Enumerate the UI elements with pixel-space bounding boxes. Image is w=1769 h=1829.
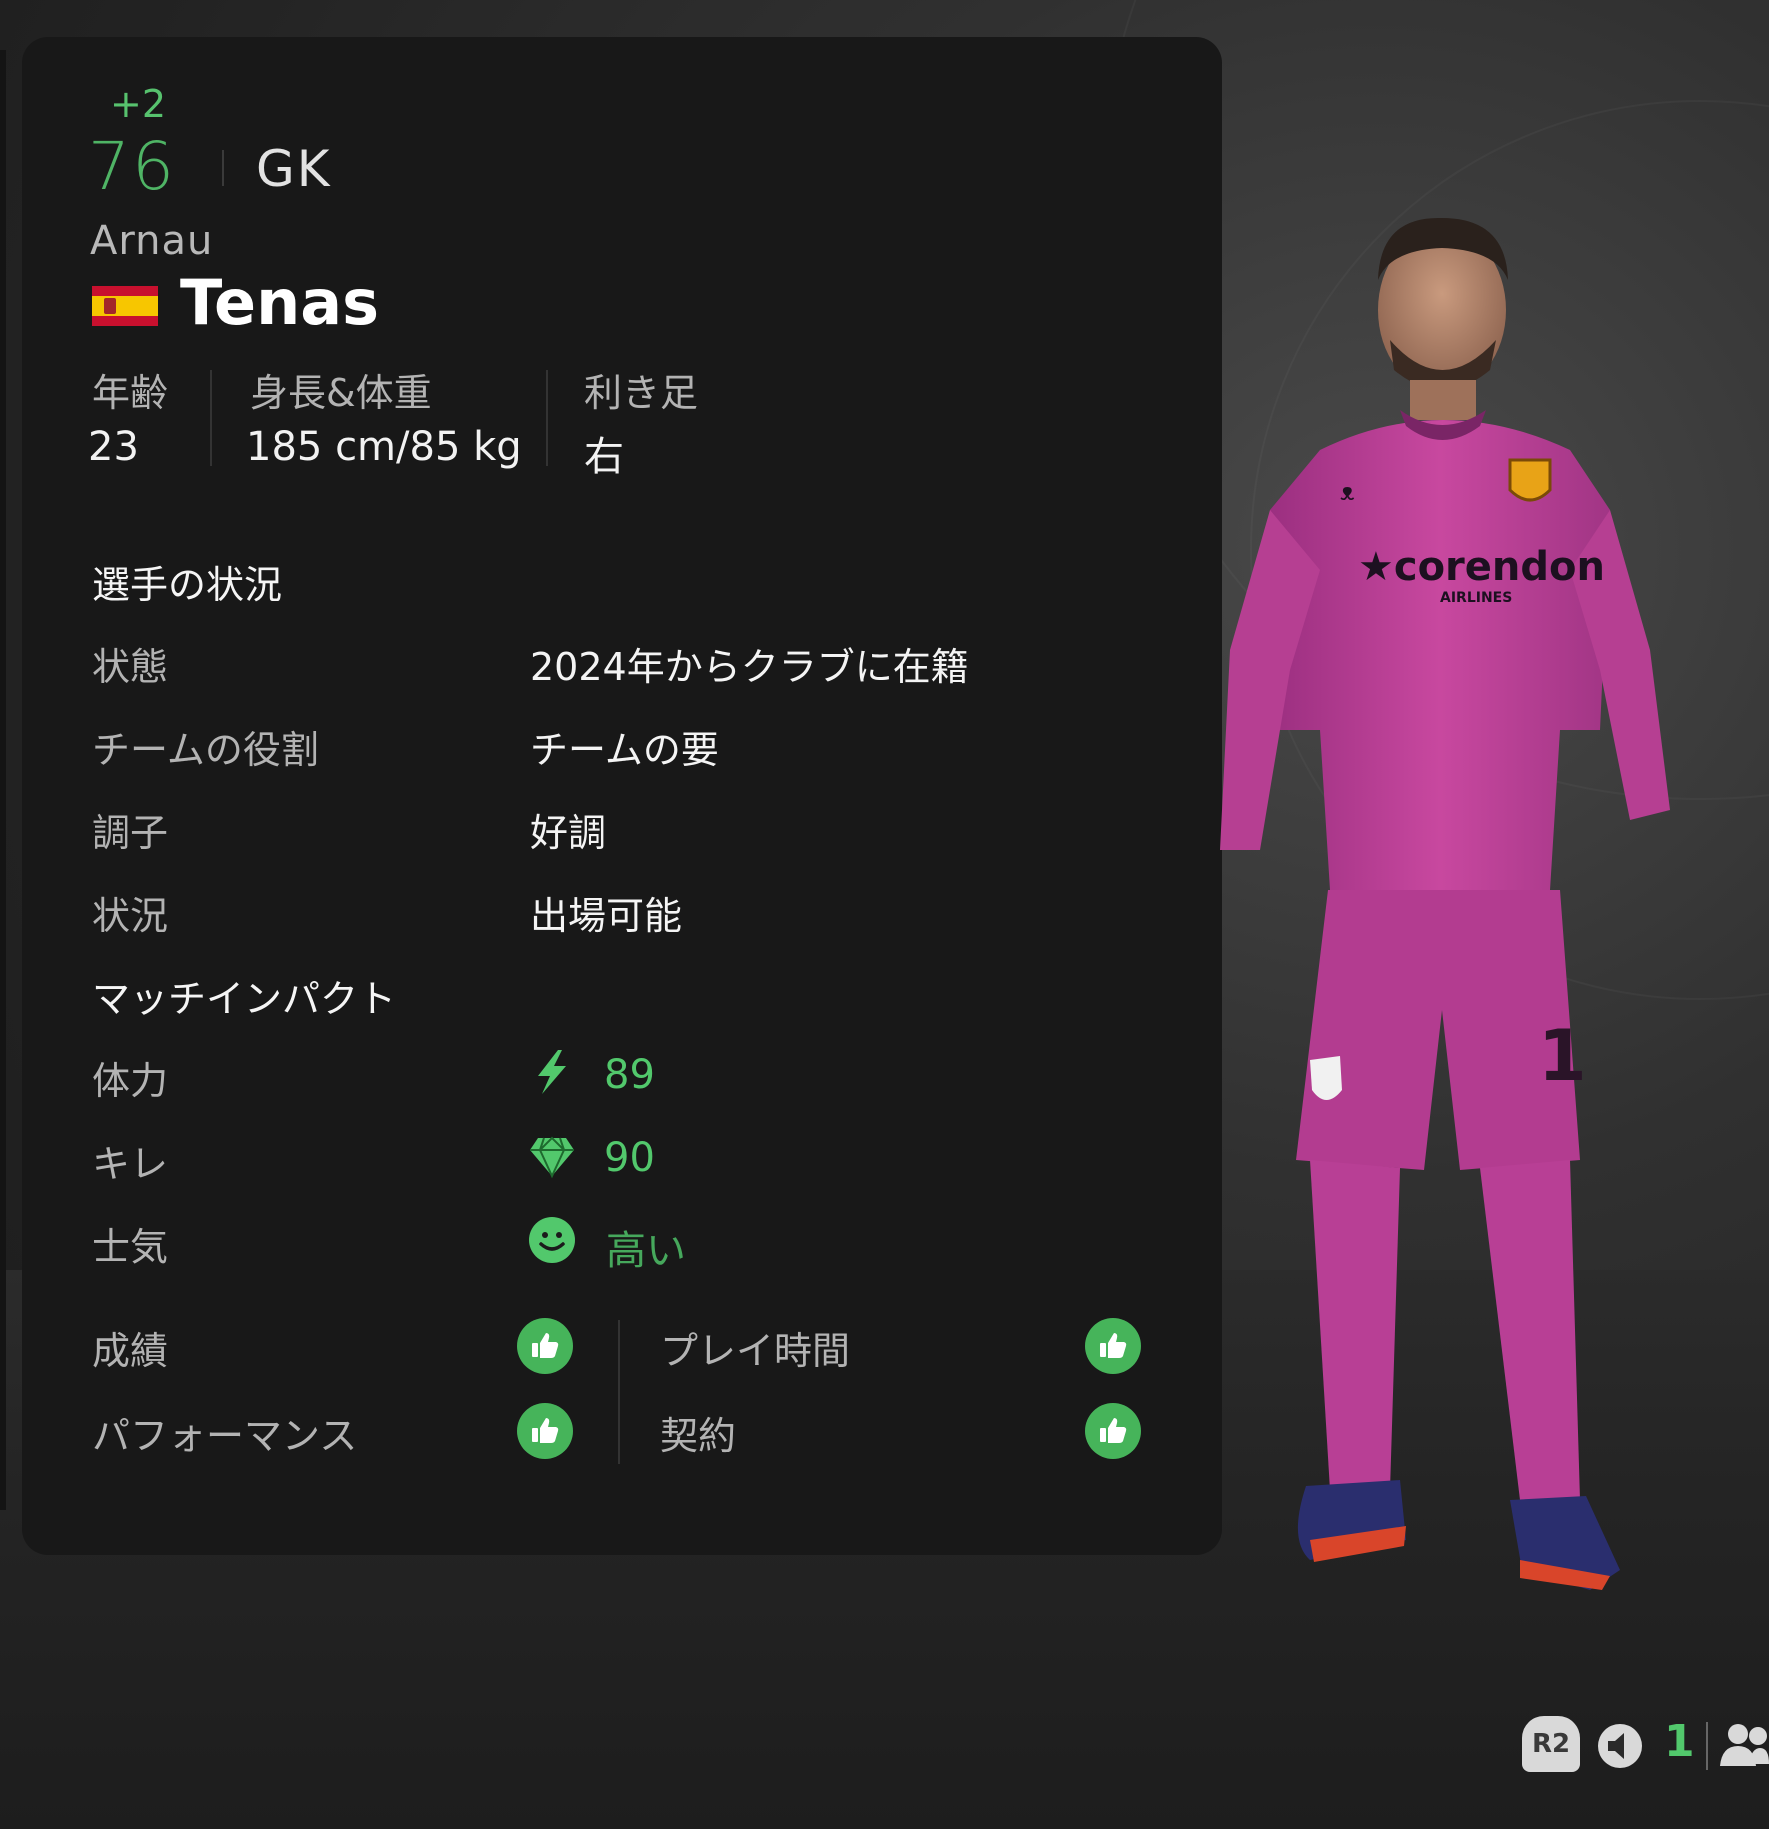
playing-time-label: プレイ時間 xyxy=(660,1329,851,1373)
player-first-name: Arnau xyxy=(90,218,214,264)
player-position: GK xyxy=(256,140,332,198)
speaker-icon[interactable] xyxy=(1596,1722,1644,1770)
contract-label: 契約 xyxy=(660,1414,737,1458)
r2-button[interactable]: R2 xyxy=(1522,1716,1580,1772)
availability-label: 状況 xyxy=(92,894,169,938)
left-edge-strip xyxy=(0,50,6,1510)
availability-value: 出場可能 xyxy=(530,894,683,938)
player-info-panel xyxy=(22,37,1222,1555)
svg-text:1: 1 xyxy=(1538,1015,1587,1097)
overall-rating: 76 xyxy=(88,128,176,205)
smiley-icon xyxy=(529,1217,575,1263)
form-label: 調子 xyxy=(92,811,169,855)
player-count: 1 xyxy=(1664,1716,1695,1767)
performance-label: パフォーマンス xyxy=(92,1414,358,1458)
players-icon[interactable] xyxy=(1718,1718,1769,1772)
player-last-name: Tenas xyxy=(180,266,379,339)
form-value: 好調 xyxy=(530,811,607,855)
hud-divider xyxy=(1706,1722,1708,1770)
height-weight-label: 身長&体重 xyxy=(250,371,432,415)
stamina-value: 89 xyxy=(604,1052,655,1098)
feedback-divider xyxy=(618,1320,620,1464)
thumbs-up-icon xyxy=(1085,1318,1141,1374)
age-value: 23 xyxy=(88,424,139,470)
preferred-foot-label: 利き足 xyxy=(584,371,699,415)
status-row-label: 状態 xyxy=(92,645,169,689)
morale-value: 高い xyxy=(606,1228,686,1274)
sharpness-value: 90 xyxy=(604,1135,655,1181)
team-role-value: チームの要 xyxy=(530,728,719,772)
thumbs-up-icon xyxy=(517,1318,573,1374)
svg-text:ᴥ: ᴥ xyxy=(1340,478,1355,506)
lightning-icon xyxy=(538,1050,566,1094)
sharpness-label: キレ xyxy=(92,1142,169,1186)
player-profile-screen: +2 76 GK Arnau Tenas 年齢 23 身長&体重 185 cm/… xyxy=(0,0,1769,1829)
bio-divider xyxy=(210,370,212,466)
status-row-value: 2024年からクラブに在籍 xyxy=(530,645,969,689)
thumbs-up-icon xyxy=(517,1403,573,1459)
preferred-foot-value: 右 xyxy=(584,434,624,480)
morale-label: 士気 xyxy=(92,1225,169,1269)
rating-change: +2 xyxy=(110,82,167,126)
svg-text:AIRLINES: AIRLINES xyxy=(1440,590,1512,606)
thumbs-up-icon xyxy=(1085,1403,1141,1459)
player-status-title: 選手の状況 xyxy=(92,563,283,607)
player-model[interactable]: ★corendon AIRLINES ᴥ 1 xyxy=(1210,210,1730,1630)
bio-divider xyxy=(546,370,548,466)
age-label: 年齢 xyxy=(92,371,169,415)
stamina-label: 体力 xyxy=(92,1059,169,1103)
match-impact-title: マッチインパクト xyxy=(92,977,397,1021)
rating-divider xyxy=(222,150,224,186)
svg-text:★corendon: ★corendon xyxy=(1358,544,1605,590)
results-label: 成績 xyxy=(92,1329,169,1373)
height-weight-value: 185 cm/85 kg xyxy=(246,424,522,470)
diamond-icon xyxy=(530,1136,574,1179)
team-role-label: チームの役割 xyxy=(92,728,319,772)
spain-flag-icon xyxy=(92,286,158,326)
